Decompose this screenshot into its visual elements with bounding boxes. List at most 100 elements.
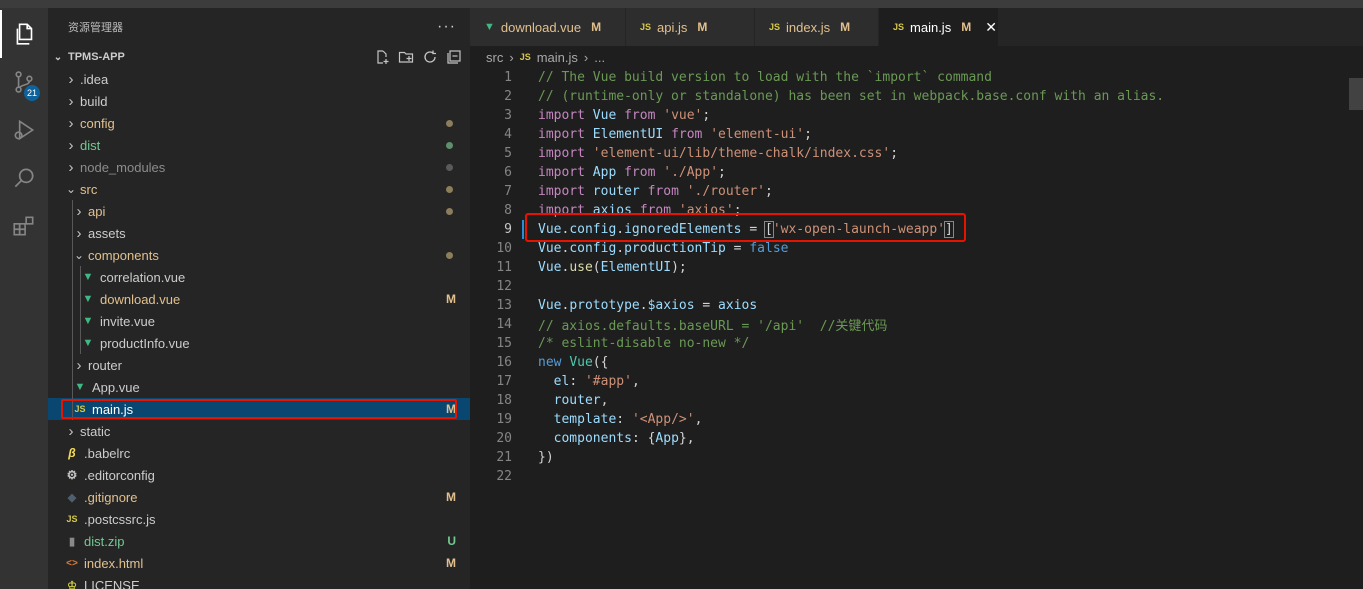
- tab-download-vue[interactable]: ▼ download.vue M: [470, 8, 626, 46]
- tab-index-js[interactable]: JS index.js M: [755, 8, 879, 46]
- git-status-dot: [446, 142, 453, 149]
- breadcrumb-file[interactable]: main.js: [537, 50, 578, 65]
- explorer-button[interactable]: [0, 10, 48, 58]
- code-text: import router from './router';: [538, 184, 773, 199]
- run-debug-button[interactable]: [0, 106, 48, 154]
- tab-api-js[interactable]: JS api.js M: [626, 8, 755, 46]
- chevron-down-icon[interactable]: ⌄: [72, 248, 86, 262]
- search-button[interactable]: [0, 154, 48, 202]
- editor-scrollbar[interactable]: [1349, 68, 1363, 589]
- line-number: 12: [496, 279, 512, 294]
- new-file-button[interactable]: [372, 48, 392, 66]
- code-line[interactable]: 17 el: '#app',: [470, 372, 1363, 391]
- code-text: Vue.use(ElementUI);: [538, 260, 687, 275]
- code-token: import: [538, 146, 585, 161]
- tree-item-index-html[interactable]: <> index.html M: [48, 552, 470, 574]
- chevron-right-icon[interactable]: ›: [64, 115, 78, 132]
- chevron-right-icon[interactable]: ›: [64, 137, 78, 154]
- code-editor[interactable]: 1 // The Vue build version to load with t…: [470, 68, 1363, 486]
- breadcrumb-folder[interactable]: src: [486, 50, 503, 65]
- code-line[interactable]: 22: [470, 467, 1363, 486]
- code-line[interactable]: 3 import Vue from 'vue';: [470, 106, 1363, 125]
- chevron-right-icon[interactable]: ›: [64, 423, 78, 440]
- code-token: ,: [694, 412, 703, 427]
- tree-item-download-vue[interactable]: ▼ download.vue M: [48, 288, 470, 310]
- tree-item-router[interactable]: › router: [48, 354, 470, 376]
- tree-item-label: LICENSE: [84, 577, 140, 589]
- project-name: TPMS-APP: [68, 51, 125, 63]
- extensions-button[interactable]: [0, 202, 48, 250]
- source-control-button[interactable]: 21: [0, 58, 48, 106]
- tree-item-dist-zip[interactable]: ▮ dist.zip U: [48, 530, 470, 552]
- code-line[interactable]: 14 // axios.defaults.baseURL = '/api' //关…: [470, 315, 1363, 334]
- code-line[interactable]: 4 import ElementUI from 'element-ui';: [470, 125, 1363, 144]
- tree-item-api[interactable]: › api: [48, 200, 470, 222]
- git-status-dot: [446, 208, 453, 215]
- chevron-right-icon[interactable]: ›: [64, 93, 78, 110]
- code-line[interactable]: 5 import 'element-ui/lib/theme-chalk/inde…: [470, 144, 1363, 163]
- code-line[interactable]: 6 import App from './App';: [470, 163, 1363, 182]
- tree-item-src[interactable]: ⌄ src: [48, 178, 470, 200]
- new-folder-button[interactable]: [396, 48, 416, 66]
- tree-item-main-js[interactable]: JS main.js M: [48, 398, 470, 420]
- babel-file-icon: β: [68, 446, 76, 460]
- chevron-down-icon[interactable]: ⌄: [64, 182, 78, 196]
- code-line[interactable]: 7 import router from './router';: [470, 182, 1363, 201]
- tree-item-license[interactable]: ♔ LICENSE: [48, 574, 470, 589]
- tree-item-postcssrc-js[interactable]: JS .postcssrc.js: [48, 508, 470, 530]
- code-line[interactable]: 12: [470, 277, 1363, 296]
- project-section-header[interactable]: ⌄ TPMS-APP: [48, 46, 470, 68]
- code-line[interactable]: 16 new Vue({: [470, 353, 1363, 372]
- code-line[interactable]: 1 // The Vue build version to load with t…: [470, 68, 1363, 87]
- chevron-right-icon[interactable]: ›: [64, 159, 78, 176]
- tree-item-config[interactable]: › config: [48, 112, 470, 134]
- code-line[interactable]: 13 Vue.prototype.$axios = axios: [470, 296, 1363, 315]
- code-line[interactable]: 19 template: '<App/>',: [470, 410, 1363, 429]
- refresh-button[interactable]: [420, 48, 440, 66]
- code-line[interactable]: 2 // (runtime-only or standalone) has bee…: [470, 87, 1363, 106]
- refresh-icon: [424, 50, 436, 63]
- code-text: // axios.defaults.baseURL = '/api' //关键代…: [538, 315, 887, 334]
- search-icon: [14, 168, 34, 188]
- tree-item-invite-vue[interactable]: ▼ invite.vue: [48, 310, 470, 332]
- tree-item-node-modules[interactable]: › node_modules: [48, 156, 470, 178]
- tree-item-components[interactable]: ⌄ components: [48, 244, 470, 266]
- more-actions-button[interactable]: ···: [437, 18, 456, 36]
- breadcrumb-symbol[interactable]: ...: [594, 50, 605, 65]
- collapse-all-button[interactable]: [444, 48, 464, 66]
- tree-item-static[interactable]: › static: [48, 420, 470, 442]
- chevron-right-icon[interactable]: ›: [72, 357, 86, 374]
- tree-item-dist[interactable]: › dist: [48, 134, 470, 156]
- tree-item-productinfo-vue[interactable]: ▼ productInfo.vue: [48, 332, 470, 354]
- code-line[interactable]: 21}): [470, 448, 1363, 467]
- explorer-title: 资源管理器: [68, 22, 123, 34]
- tab-main-js[interactable]: JS main.js M ✕: [879, 8, 999, 46]
- chevron-right-icon[interactable]: ›: [72, 203, 86, 220]
- tree-item-build[interactable]: › build: [48, 90, 470, 112]
- tree-item-correlation-vue[interactable]: ▼ correlation.vue: [48, 266, 470, 288]
- tree-item-idea[interactable]: › .idea: [48, 68, 470, 90]
- tree-item-babelrc[interactable]: β .babelrc: [48, 442, 470, 464]
- scrollbar-thumb[interactable]: [1349, 78, 1363, 110]
- code-token: components: [553, 431, 632, 446]
- code-line[interactable]: 11 Vue.use(ElementUI);: [470, 258, 1363, 277]
- tree-item-gitignore[interactable]: ◆ .gitignore M: [48, 486, 470, 508]
- chevron-right-icon: ›: [509, 49, 514, 65]
- html-file-icon: <>: [66, 557, 78, 569]
- code-text: Vue.prototype.$axios = axios: [538, 298, 757, 313]
- chevron-right-icon[interactable]: ›: [72, 225, 86, 242]
- tree-item-label: src: [80, 181, 98, 197]
- code-line[interactable]: 20 components: {App},: [470, 429, 1363, 448]
- code-token: from: [647, 184, 679, 199]
- close-icon[interactable]: ✕: [985, 19, 997, 36]
- tree-item-app-vue[interactable]: ▼ App.vue: [48, 376, 470, 398]
- tree-item-assets[interactable]: › assets: [48, 222, 470, 244]
- code-line[interactable]: 18 router,: [470, 391, 1363, 410]
- tree-item-label: productInfo.vue: [100, 335, 190, 351]
- tree-item-editorconfig[interactable]: ⚙ .editorconfig: [48, 464, 470, 486]
- chevron-right-icon[interactable]: ›: [64, 71, 78, 88]
- code-line[interactable]: 15 /* eslint-disable no-new */: [470, 334, 1363, 353]
